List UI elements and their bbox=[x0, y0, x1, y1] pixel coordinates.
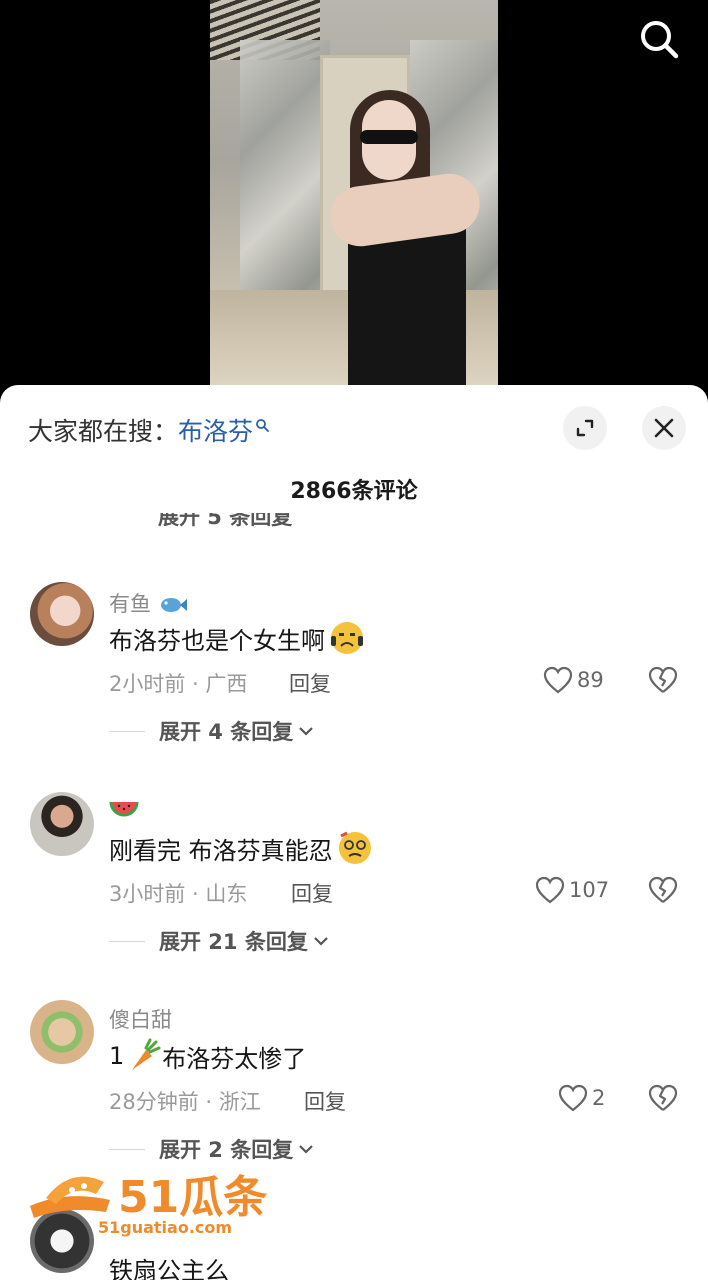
comment-meta: 3小时前 · 山东 bbox=[109, 882, 248, 906]
chevron-down-icon bbox=[299, 727, 314, 736]
watermelon-icon bbox=[109, 801, 139, 817]
reply-button[interactable]: 回复 bbox=[289, 668, 331, 698]
close-button[interactable] bbox=[642, 406, 686, 450]
close-icon bbox=[654, 418, 674, 438]
like-button[interactable]: 107 bbox=[535, 876, 609, 904]
username[interactable]: 有鱼 bbox=[109, 588, 188, 618]
sheet-header: 大家都在搜： 布洛芬 bbox=[0, 385, 708, 475]
broken-heart-icon bbox=[648, 1084, 678, 1111]
search-icon bbox=[641, 21, 679, 59]
dislike-button[interactable] bbox=[648, 1084, 678, 1116]
username[interactable] bbox=[109, 796, 139, 820]
reply-button[interactable]: 回复 bbox=[291, 878, 333, 908]
heart-icon bbox=[535, 876, 565, 904]
expand-replies-button[interactable]: 展开 21 条回复 bbox=[109, 926, 330, 956]
broken-heart-icon bbox=[648, 876, 678, 903]
broken-heart-icon bbox=[648, 666, 678, 693]
like-button[interactable]: 89 bbox=[543, 666, 604, 694]
like-count: 107 bbox=[569, 878, 610, 902]
hot-search-term[interactable]: 布洛芬 bbox=[178, 412, 253, 448]
hot-search[interactable]: 大家都在搜： 布洛芬 bbox=[28, 412, 269, 448]
comment-meta: 2小时前 · 广西 bbox=[109, 672, 248, 696]
expand-icon bbox=[576, 419, 594, 437]
carrot-emoji bbox=[132, 1038, 161, 1070]
comment-text: 刚看完 布洛芬真能忍 bbox=[109, 830, 373, 866]
expand-replies-button[interactable]: 展开 4 条回复 bbox=[109, 716, 315, 746]
small-search-icon bbox=[256, 419, 269, 432]
like-count: 2 bbox=[592, 1086, 606, 1110]
pouting-face-emoji bbox=[331, 622, 363, 654]
comment-count: 2866条评论 bbox=[290, 479, 418, 504]
chevron-down-icon bbox=[299, 1145, 314, 1154]
avatar[interactable] bbox=[30, 792, 94, 856]
video-frame[interactable] bbox=[210, 0, 498, 400]
username[interactable]: 傻白甜 bbox=[109, 1004, 172, 1034]
dislike-button[interactable] bbox=[648, 666, 678, 698]
expand-sheet-button[interactable] bbox=[563, 406, 607, 450]
dizzy-face-emoji bbox=[338, 831, 371, 864]
avatar[interactable] bbox=[30, 582, 94, 646]
reply-button[interactable]: 回复 bbox=[304, 1086, 346, 1116]
watermark-logo: 51瓜条 51guatiao.com bbox=[26, 1160, 286, 1240]
search-button[interactable] bbox=[634, 14, 684, 64]
comment-text: 布洛芬也是个女生啊 bbox=[109, 620, 365, 656]
watermark-brand: 51瓜条 bbox=[118, 1172, 267, 1223]
heart-icon bbox=[558, 1084, 588, 1112]
like-count: 89 bbox=[577, 668, 604, 692]
avatar[interactable] bbox=[30, 1000, 94, 1064]
chevron-down-icon bbox=[314, 937, 328, 946]
video-player[interactable] bbox=[0, 0, 708, 400]
hot-search-prefix: 大家都在搜： bbox=[28, 417, 179, 446]
like-button[interactable]: 2 bbox=[558, 1084, 605, 1112]
comment-meta: 28分钟前 · 浙江 bbox=[109, 1090, 261, 1114]
comment-text: 铁扇公主么 bbox=[109, 1257, 229, 1280]
comment-text: 1 布洛芬太惨了 bbox=[109, 1038, 306, 1074]
watermark-url: 51guatiao.com bbox=[98, 1218, 232, 1237]
fish-icon bbox=[160, 598, 187, 612]
heart-icon bbox=[543, 666, 573, 694]
comment-sheet: 大家都在搜： 布洛芬 2866条评论 展开 5 条回复 有鱼 布洛芬也是个女生啊… bbox=[0, 385, 708, 1280]
sunglasses bbox=[360, 130, 418, 144]
expand-replies-partial[interactable]: 展开 5 条回复 bbox=[158, 513, 292, 533]
dislike-button[interactable] bbox=[648, 876, 678, 908]
